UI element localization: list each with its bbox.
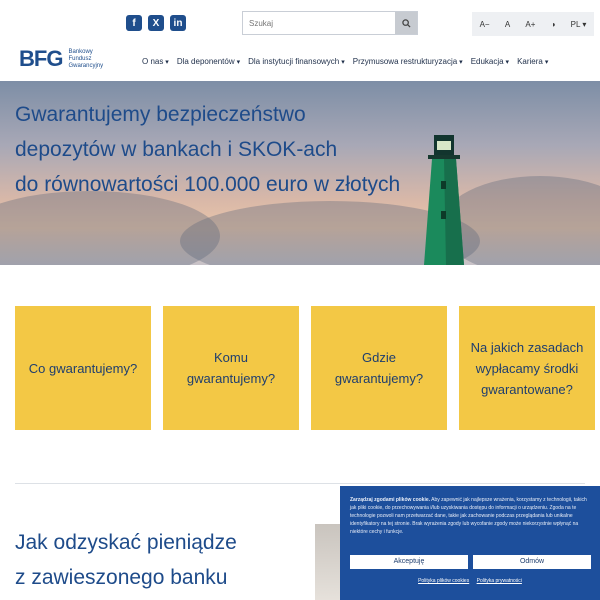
nav-item-edukacja[interactable]: Edukacja: [471, 57, 509, 66]
section-divider: [15, 483, 585, 484]
hero-banner: Gwarantujemy bezpieczeństwo depozytów w …: [0, 81, 600, 265]
logo[interactable]: BFG Bankowy Fundusz Gwarancyjny: [19, 46, 103, 72]
linkedin-icon[interactable]: in: [170, 15, 186, 31]
logo-mark: BFG: [19, 46, 63, 71]
cookie-policy-link[interactable]: Polityka plików cookies: [418, 578, 469, 584]
search-input[interactable]: [243, 12, 395, 34]
cookie-text: Zarządzaj zgodami plików cookie. Aby zap…: [350, 497, 587, 535]
nav-item-dla-deponentow[interactable]: Dla deponentów: [177, 57, 240, 66]
search-box: [242, 11, 418, 35]
card-gdzie-gwarantujemy[interactable]: Gdzie gwarantujemy?: [311, 306, 447, 430]
nav-item-o-nas[interactable]: O nas: [142, 57, 169, 66]
card-zasady-wyplat[interactable]: Na jakich zasadach wypłacamy środki gwar…: [459, 306, 595, 430]
accessibility-bar: A− A A+ ◑ PL ▾: [472, 12, 594, 36]
search-button[interactable]: [395, 12, 417, 34]
nav-item-dla-instytucji[interactable]: Dla instytucji finansowych: [248, 57, 345, 66]
accept-button[interactable]: Akceptuję: [350, 555, 468, 569]
hero-heading: Gwarantujemy bezpieczeństwo depozytów w …: [15, 103, 401, 196]
search-icon: [401, 18, 411, 28]
privacy-policy-link[interactable]: Polityka prywatności: [477, 578, 522, 584]
font-increase-button[interactable]: A+: [523, 20, 537, 29]
font-decrease-button[interactable]: A−: [478, 20, 492, 29]
logo-words: Bankowy Fundusz Gwarancyjny: [68, 48, 104, 69]
contrast-icon[interactable]: ◑: [549, 20, 558, 29]
section-heading: Jak odzyskać pieniądze z zawieszonego ba…: [15, 531, 237, 589]
nav-item-kariera[interactable]: Kariera: [517, 57, 548, 66]
x-twitter-icon[interactable]: X: [148, 15, 164, 31]
top-bar: f X in A− A A+ ◑ PL ▾: [0, 0, 600, 44]
cookie-banner: Zarządzaj zgodami plików cookie. Aby zap…: [340, 486, 600, 600]
facebook-icon[interactable]: f: [126, 15, 142, 31]
info-cards: Co gwarantujemy? Komu gwarantujemy? Gdzi…: [15, 306, 595, 430]
card-co-gwarantujemy[interactable]: Co gwarantujemy?: [15, 306, 151, 430]
reject-button[interactable]: Odmów: [473, 555, 591, 569]
main-nav: O nas Dla deponentów Dla instytucji fina…: [142, 57, 548, 66]
nav-item-restrukturyzacja[interactable]: Przymusowa restrukturyzacja: [353, 57, 463, 66]
language-select[interactable]: PL ▾: [569, 20, 589, 29]
font-default-button[interactable]: A: [503, 20, 512, 29]
social-links: f X in: [126, 15, 186, 31]
card-komu-gwarantujemy[interactable]: Komu gwarantujemy?: [163, 306, 299, 430]
